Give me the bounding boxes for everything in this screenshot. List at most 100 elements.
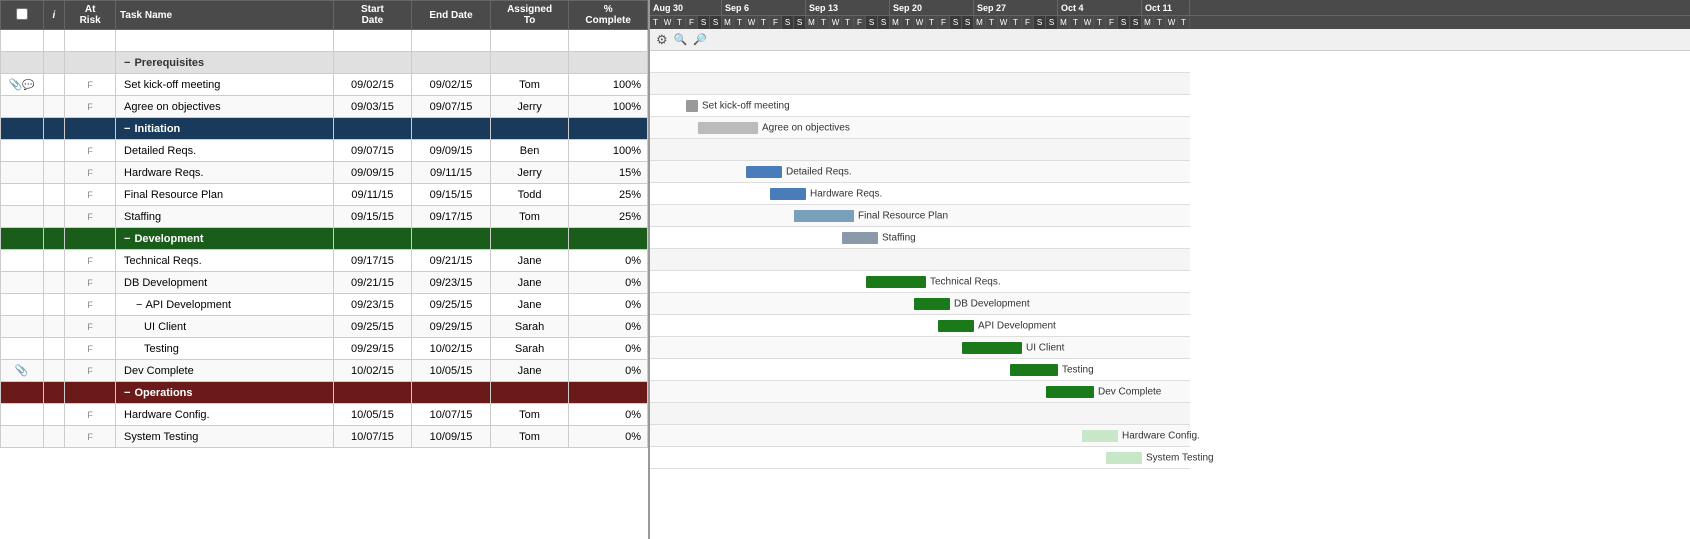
gantt-row: DB Development [650,293,1190,315]
gantt-bar-label: Hardware Reqs. [810,188,882,199]
gantt-bar [746,166,782,178]
table-row: F Staffing 09/15/15 09/17/15 Tom 25% [1,206,648,228]
gantt-day-cell: F [686,16,698,29]
gantt-day-cell: S [950,16,962,29]
gantt-day-cell: S [1046,16,1058,29]
gantt-scroll: Aug 30Sep 6Sep 13Sep 20Sep 27Oct 4Oct 11… [650,0,1690,539]
gantt-row: Detailed Reqs. [650,161,1190,183]
gantt-day-cell: F [854,16,866,29]
gantt-row: API Development [650,315,1190,337]
table-row: F Technical Reqs. 09/17/15 09/21/15 Jane… [1,250,648,272]
gantt-bar [842,232,878,244]
gantt-date-group-label: Aug 30 [650,0,722,15]
table-row: F Agree on objectives 09/03/15 09/07/15 … [1,96,648,118]
gantt-panel: Aug 30Sep 6Sep 13Sep 20Sep 27Oct 4Oct 11… [650,0,1690,539]
gantt-day-cell: S [1118,16,1130,29]
gantt-bar-label: API Development [978,320,1056,331]
gantt-bar [866,276,926,288]
table-row: F System Testing 10/07/15 10/09/15 Tom 0… [1,426,648,448]
gantt-day-cell: S [698,16,710,29]
gantt-bar-label: Detailed Reqs. [786,166,852,177]
gantt-row: Technical Reqs. [650,271,1190,293]
group-row: −Prerequisites [1,52,648,74]
gantt-row: Staffing [650,227,1190,249]
th-taskname: Task Name [116,1,334,30]
gantt-bar-label: Final Resource Plan [858,210,948,221]
gantt-day-cell: W [662,16,674,29]
gantt-day-cell: T [1178,16,1190,29]
group-row: −Development [1,228,648,250]
gantt-date-group-label: Sep 6 [722,0,806,15]
table-row [1,30,648,52]
gantt-rows: Set kick-off meetingAgree on objectivesD… [650,51,1690,469]
gantt-bar [914,298,950,310]
gantt-day-cell: S [782,16,794,29]
gantt-day-cell: F [770,16,782,29]
gantt-day-cell: F [1022,16,1034,29]
zoom-icon[interactable]: 🔎 [693,33,707,46]
th-assigned: AssignedTo [490,1,569,30]
gantt-day-cell: S [866,16,878,29]
gantt-bar [938,320,974,332]
table-row: F Testing 09/29/15 10/02/15 Sarah 0% [1,338,648,360]
gantt-bar [1082,430,1118,442]
gantt-bar-label: Set kick-off meeting [702,100,790,111]
gantt-row: Final Resource Plan [650,205,1190,227]
gantt-date-group-label: Sep 13 [806,0,890,15]
gantt-dates-top: Aug 30Sep 6Sep 13Sep 20Sep 27Oct 4Oct 11 [650,0,1690,16]
gantt-row [650,73,1190,95]
group-row: −Initiation [1,118,648,140]
gantt-day-cell: F [1106,16,1118,29]
gantt-bar [1106,452,1142,464]
gantt-bar-label: UI Client [1026,342,1064,353]
search-icon[interactable]: 🔍 [674,33,688,46]
gantt-day-cell: T [650,16,662,29]
gantt-day-cell: M [974,16,986,29]
gantt-day-cell: W [914,16,926,29]
gantt-row: System Testing [650,447,1190,469]
gantt-bar-label: Dev Complete [1098,386,1161,397]
gantt-row [650,139,1190,161]
table-row: F −API Development 09/23/15 09/25/15 Jan… [1,294,648,316]
select-all-checkbox[interactable] [16,8,28,20]
gantt-bar [770,188,806,200]
table-header: i AtRisk Task Name StartDate End Date As… [1,1,648,30]
gantt-day-cell: T [1154,16,1166,29]
gantt-day-cell: T [758,16,770,29]
table-row: F Hardware Reqs. 09/09/15 09/11/15 Jerry… [1,162,648,184]
gantt-day-cell: W [830,16,842,29]
gantt-row: UI Client [650,337,1190,359]
table-row: 📎 F Dev Complete 10/02/15 10/05/15 Jane … [1,360,648,382]
gantt-date-group-label: Oct 4 [1058,0,1142,15]
gantt-day-cell: M [890,16,902,29]
gantt-day-cell: W [1082,16,1094,29]
gantt-day-cell: T [674,16,686,29]
gantt-bar-label: System Testing [1146,452,1214,463]
gantt-day-cell: T [842,16,854,29]
gantt-row: Hardware Reqs. [650,183,1190,205]
gantt-bar-label: Technical Reqs. [930,276,1001,287]
gantt-bar-label: Hardware Config. [1122,430,1200,441]
gantt-date-group-label: Oct 11 [1142,0,1190,15]
gear-icon[interactable]: ⚙ [656,32,668,48]
th-enddate: End Date [412,1,491,30]
gantt-row [650,51,1190,73]
gantt-day-cell: S [962,16,974,29]
table-row: F UI Client 09/25/15 09/29/15 Sarah 0% [1,316,648,338]
app-container: i AtRisk Task Name StartDate End Date As… [0,0,1690,539]
gantt-bar-label: DB Development [954,298,1030,309]
gantt-bar [1046,386,1094,398]
gantt-day-cell: W [998,16,1010,29]
gantt-row [650,249,1190,271]
gantt-bar [698,122,758,134]
gantt-day-cell: T [1094,16,1106,29]
table-row: F DB Development 09/21/15 09/23/15 Jane … [1,272,648,294]
gantt-row: Testing [650,359,1190,381]
gantt-day-cell: M [1142,16,1154,29]
gantt-day-cell: W [1166,16,1178,29]
gantt-bar [1010,364,1058,376]
gantt-day-cell: T [734,16,746,29]
th-atrisk: AtRisk [65,1,116,30]
group-row: −Operations [1,382,648,404]
gantt-bar [794,210,854,222]
